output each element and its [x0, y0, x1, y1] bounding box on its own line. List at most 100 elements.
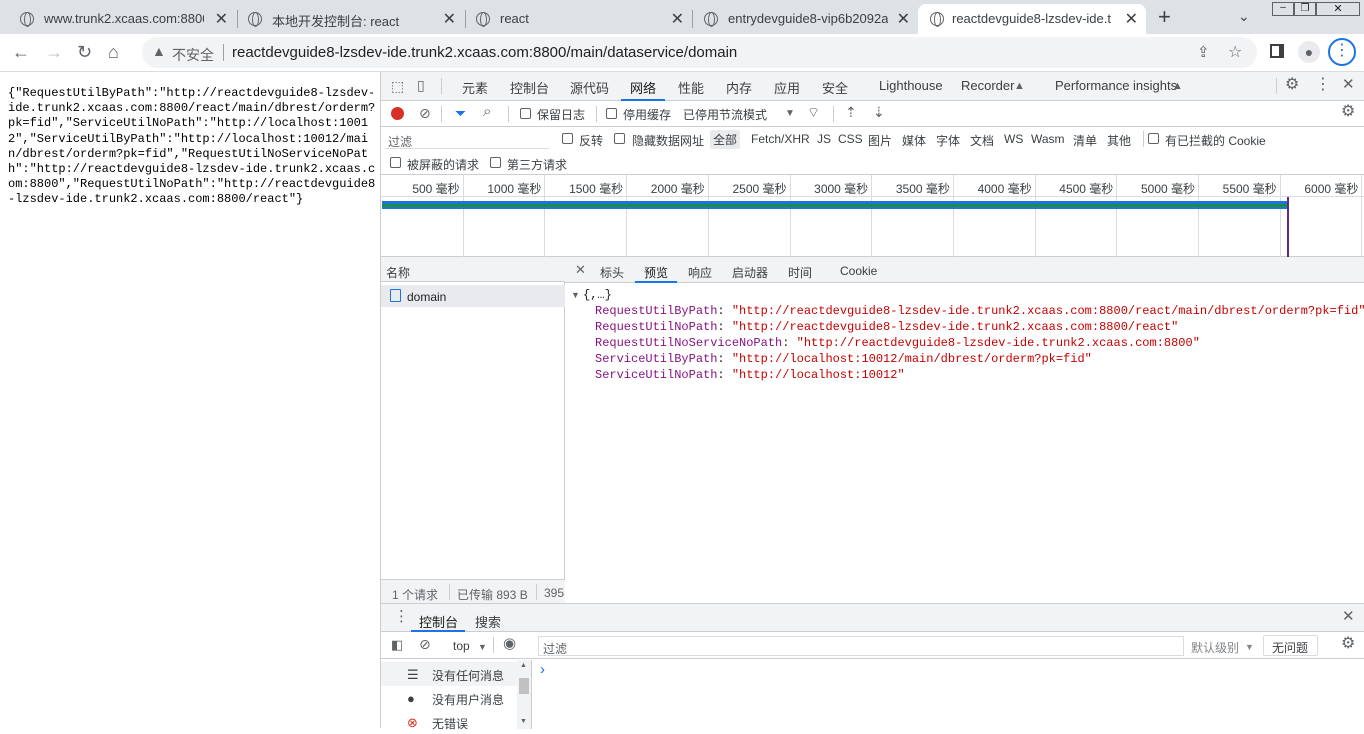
tab-security[interactable]: 安全: [822, 78, 848, 97]
preview-entry[interactable]: RequestUtilByPath: "http://reactdevguide…: [595, 304, 1364, 318]
dropdown-arrow-icon[interactable]: ▼: [1245, 640, 1254, 654]
sidebar-item-all-messages[interactable]: ☰ 没有任何消息: [381, 662, 517, 686]
detail-tab-preview[interactable]: 预览: [644, 264, 668, 281]
new-tab-button[interactable]: +: [1158, 4, 1171, 30]
tab-performance[interactable]: 性能: [678, 78, 704, 97]
invert-checkbox[interactable]: [562, 133, 573, 144]
import-har-icon[interactable]: ⇡: [845, 105, 857, 119]
forward-arrow-icon[interactable]: →: [45, 42, 63, 63]
side-panel-icon[interactable]: [1270, 44, 1284, 58]
sidebar-item-user-messages[interactable]: ● 没有用户消息: [381, 686, 517, 710]
type-filter-manifest[interactable]: 清单: [1073, 132, 1097, 149]
preserve-log-checkbox[interactable]: [520, 108, 531, 119]
settings-gear-icon[interactable]: ⚙: [1285, 77, 1299, 93]
disable-cache-checkbox[interactable]: [606, 108, 617, 119]
type-filter-fetch-xhr[interactable]: Fetch/XHR: [751, 132, 810, 146]
tab-recorder[interactable]: Recorder: [961, 78, 1014, 93]
back-arrow-icon[interactable]: ←: [12, 42, 30, 63]
search-icon[interactable]: ⌕: [483, 104, 491, 119]
network-overview-timeline[interactable]: 500 毫秒 1000 毫秒 1500 毫秒 2000 毫秒 2500 毫秒 3000 毫…: [381, 175, 1364, 257]
tab-performance-insights[interactable]: Performance insights: [1055, 78, 1177, 93]
close-drawer-icon[interactable]: ✕: [1342, 609, 1355, 624]
minimize-icon[interactable]: –: [1272, 2, 1294, 16]
tab-console[interactable]: 控制台: [510, 78, 549, 97]
close-tab-icon[interactable]: ✕: [1125, 9, 1138, 29]
home-icon[interactable]: ⌂: [108, 42, 119, 63]
tab-application[interactable]: 应用: [774, 78, 800, 97]
dropdown-arrow-icon[interactable]: ▼: [478, 640, 487, 654]
filter-input[interactable]: 过滤: [385, 130, 549, 149]
browser-tab-4[interactable]: entrydevguide8-vip6b2092a ✕: [684, 4, 918, 34]
browser-tab-3[interactable]: react ✕: [456, 4, 692, 34]
tab-search-chevron-icon[interactable]: ⌄: [1238, 8, 1250, 25]
preview-entry[interactable]: ServiceUtilNoPath: "http://localhost:100…: [595, 368, 905, 382]
more-options-icon[interactable]: ⋮: [1315, 77, 1331, 93]
live-expression-eye-icon[interactable]: ◉: [503, 636, 516, 651]
close-devtools-icon[interactable]: ✕: [1342, 77, 1355, 92]
tab-memory[interactable]: 内存: [726, 78, 752, 97]
console-prompt-icon[interactable]: ›: [540, 661, 545, 678]
blocked-cookies-checkbox[interactable]: [1148, 133, 1159, 144]
browser-tab-2[interactable]: 本地开发控制台: react ✕: [228, 4, 464, 34]
blocked-requests-checkbox[interactable]: [390, 157, 401, 168]
tab-sources[interactable]: 源代码: [570, 78, 609, 97]
sidebar-scrollbar[interactable]: ▲ ▼: [517, 660, 531, 729]
request-row-domain[interactable]: domain: [381, 285, 565, 307]
close-tab-icon[interactable]: ✕: [443, 9, 456, 29]
context-select[interactable]: top: [453, 639, 470, 653]
reload-icon[interactable]: ↻: [77, 42, 92, 63]
detail-tab-headers[interactable]: 标头: [600, 264, 624, 281]
export-har-icon[interactable]: ⇣: [873, 105, 885, 119]
warning-icon[interactable]: ▲: [152, 43, 166, 59]
address-bar[interactable]: ▲ 不安全 reactdevguide8-lzsdev-ide.trunk2.x…: [142, 37, 1257, 68]
tab-network[interactable]: 网络: [630, 78, 656, 97]
type-filter-wasm[interactable]: Wasm: [1031, 132, 1065, 146]
tab-lighthouse[interactable]: Lighthouse: [879, 78, 943, 93]
request-list-header[interactable]: 名称: [381, 257, 565, 282]
clear-icon[interactable]: ⊘: [419, 106, 431, 120]
console-settings-gear-icon[interactable]: ⚙: [1341, 636, 1355, 652]
type-filter-media[interactable]: 媒体: [902, 132, 926, 149]
detail-tab-timing[interactable]: 时间: [788, 264, 812, 281]
tab-elements[interactable]: 元素: [462, 78, 488, 97]
name-column-header[interactable]: 名称: [386, 264, 410, 281]
bookmark-star-icon[interactable]: ☆: [1228, 42, 1242, 62]
network-settings-gear-icon[interactable]: ⚙: [1341, 104, 1355, 120]
type-filter-js[interactable]: JS: [817, 132, 831, 146]
device-toolbar-icon[interactable]: ▯: [417, 78, 425, 92]
preview-entry[interactable]: RequestUtilNoPath: "http://reactdevguide…: [595, 320, 1178, 334]
close-tab-icon[interactable]: ✕: [897, 9, 910, 29]
scroll-down-icon[interactable]: ▼: [520, 718, 527, 725]
type-filter-all[interactable]: 全部: [710, 130, 741, 149]
log-level-select[interactable]: 默认级别: [1191, 639, 1239, 656]
detail-tab-response[interactable]: 响应: [688, 264, 712, 281]
close-tab-icon[interactable]: ✕: [671, 9, 684, 29]
type-filter-img[interactable]: 图片: [868, 132, 892, 149]
record-icon[interactable]: [391, 107, 404, 120]
sidebar-item-errors[interactable]: ⊗ 无错误: [381, 710, 517, 734]
drawer-menu-icon[interactable]: ⋮: [394, 609, 409, 624]
type-filter-doc[interactable]: 文档: [970, 132, 994, 149]
url-text[interactable]: reactdevguide8-lzsdev-ide.trunk2.xcaas.c…: [232, 44, 737, 61]
dropdown-arrow-icon[interactable]: ▼: [785, 107, 795, 121]
detail-tab-cookies[interactable]: Cookie: [840, 264, 877, 278]
issues-button[interactable]: 无问题: [1263, 635, 1318, 656]
network-conditions-icon[interactable]: ⌔: [807, 105, 820, 119]
share-icon[interactable]: ⇪: [1197, 43, 1210, 61]
browser-tab-5[interactable]: reactdevguide8-lzsdev-ide.t ✕: [918, 4, 1146, 34]
sidebar-toggle-icon[interactable]: ◧: [391, 638, 403, 652]
scrollbar-thumb[interactable]: [519, 678, 529, 694]
close-detail-icon[interactable]: ✕: [575, 263, 586, 277]
restore-icon[interactable]: ❐: [1294, 2, 1316, 16]
throttling-select[interactable]: 已停用节流模式: [683, 106, 767, 123]
type-filter-other[interactable]: 其他: [1107, 132, 1131, 149]
type-filter-css[interactable]: CSS: [838, 132, 863, 146]
preview-entry[interactable]: RequestUtilNoServiceNoPath: "http://reac…: [595, 336, 1200, 350]
insecure-label[interactable]: 不安全: [172, 45, 214, 65]
third-party-checkbox[interactable]: [490, 157, 501, 168]
close-tab-icon[interactable]: ✕: [215, 9, 228, 29]
expand-triangle-icon[interactable]: ▼: [571, 290, 580, 300]
browser-menu-icon[interactable]: ⋮: [1328, 38, 1356, 66]
scroll-up-icon[interactable]: ▲: [520, 662, 527, 669]
drawer-tab-console[interactable]: 控制台: [419, 612, 458, 631]
